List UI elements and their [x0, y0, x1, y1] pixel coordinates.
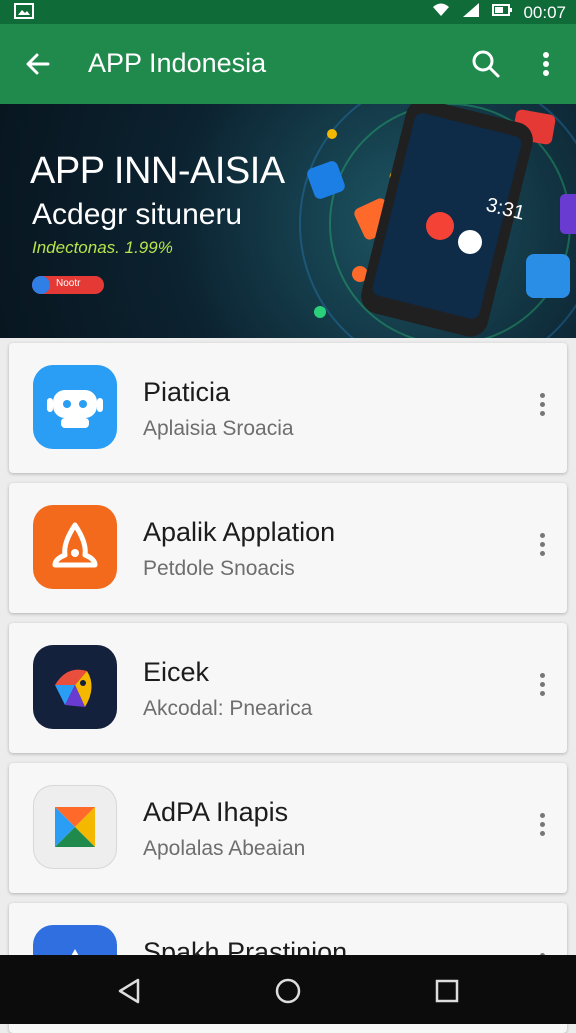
- more-options-icon[interactable]: [537, 533, 547, 563]
- search-icon[interactable]: [470, 48, 502, 80]
- more-vert-icon[interactable]: [534, 48, 558, 80]
- status-bar: 00:07: [0, 0, 576, 24]
- app-subtitle: Aplaisia Sroacia: [143, 417, 294, 440]
- app-card-1[interactable]: Piaticia Aplaisia Sroacia: [9, 343, 567, 473]
- robot-icon: [33, 365, 117, 449]
- app-subtitle: Petdole Snoacis: [143, 557, 295, 580]
- system-nav-bar: [0, 955, 576, 1024]
- app-name: Piaticia: [143, 377, 231, 407]
- app-card-2[interactable]: Apalik Applation Petdole Snoacis: [9, 483, 567, 613]
- app-subtitle: Apolalas Abeaian: [143, 837, 306, 860]
- wifi-icon: [431, 2, 451, 23]
- signal-icon: [461, 2, 481, 23]
- cta-dot: [32, 276, 50, 294]
- flame-icon: [33, 505, 117, 589]
- app-card-3[interactable]: Eicek Akcodal: Pnearica: [9, 623, 567, 753]
- more-options-icon[interactable]: [537, 673, 547, 703]
- app-name: Apalik Applation: [143, 517, 336, 547]
- app-name: Eicek: [143, 657, 210, 687]
- cta-label: Nootr: [56, 278, 81, 289]
- image-notification-icon: [14, 3, 34, 24]
- app-name: AdPA Ihapis: [143, 797, 289, 827]
- banner-cta-button[interactable]: Nootr: [32, 276, 104, 294]
- back-arrow-icon[interactable]: [22, 48, 54, 80]
- bird-icon: [33, 645, 117, 729]
- play-tile-icon: [33, 785, 117, 869]
- app-card-4[interactable]: AdPA Ihapis Apolalas Abeaian: [9, 763, 567, 893]
- more-options-icon[interactable]: [537, 393, 547, 423]
- clock: 00:07: [523, 2, 566, 22]
- nav-home-icon[interactable]: [275, 978, 301, 1004]
- promo-banner[interactable]: 3:31 APP INN-AISIA Acdegr situneru Indec…: [0, 104, 576, 338]
- page-title: APP Indonesia: [88, 48, 267, 78]
- app-bar: APP Indonesia: [0, 24, 576, 104]
- battery-icon: [491, 2, 513, 23]
- nav-recents-icon[interactable]: [435, 979, 459, 1003]
- banner-headline: APP INN-AISIA: [30, 150, 285, 192]
- more-options-icon[interactable]: [537, 813, 547, 843]
- banner-tagline: Indectonas. 1.99%: [32, 238, 173, 257]
- banner-subheadline: Acdegr situneru: [32, 198, 243, 231]
- app-subtitle: Akcodal: Pnearica: [143, 697, 313, 720]
- nav-back-icon[interactable]: [118, 978, 140, 1004]
